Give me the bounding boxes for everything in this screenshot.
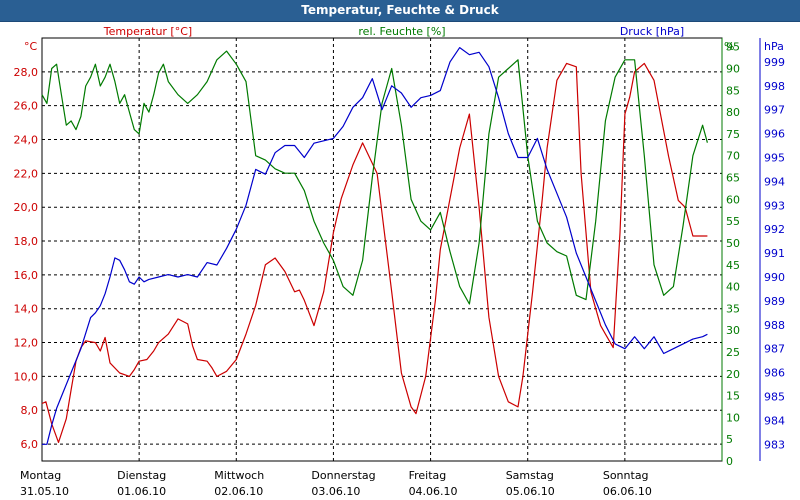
humidity-tick-label: 20 xyxy=(726,368,740,381)
pressure-tick-label: 990 xyxy=(764,271,785,284)
pressure-tick-label: 992 xyxy=(764,223,785,236)
x-day-label: Donnerstag xyxy=(311,469,375,482)
humidity-tick-label: 25 xyxy=(726,346,740,359)
temperature-tick-label: 24,0 xyxy=(14,134,39,147)
humidity-unit-label: % xyxy=(724,40,734,53)
temperature-tick-label: 16,0 xyxy=(14,269,39,282)
x-date-label: 06.06.10 xyxy=(603,485,652,498)
pressure-tick-label: 994 xyxy=(764,175,785,188)
pressure-tick-label: 984 xyxy=(764,414,785,427)
temperature-tick-label: 26,0 xyxy=(14,100,39,113)
pressure-tick-label: 999 xyxy=(764,56,785,69)
humidity-tick-label: 0 xyxy=(726,455,733,468)
x-day-label: Samstag xyxy=(506,469,554,482)
x-date-label: 02.06.10 xyxy=(214,485,263,498)
x-date-label: 03.06.10 xyxy=(311,485,360,498)
x-day-label: Sonntag xyxy=(603,469,649,482)
temperature-tick-label: 14,0 xyxy=(14,303,39,316)
humidity-tick-label: 70 xyxy=(726,150,740,163)
pressure-tick-label: 986 xyxy=(764,367,785,380)
humidity-tick-label: 55 xyxy=(726,215,740,228)
x-day-label: Mittwoch xyxy=(214,469,264,482)
humidity-tick-label: 90 xyxy=(726,63,740,76)
x-date-label: 31.05.10 xyxy=(20,485,69,498)
humidity-tick-label: 45 xyxy=(726,259,740,272)
pressure-tick-label: 987 xyxy=(764,343,785,356)
temperature-tick-label: 28,0 xyxy=(14,66,39,79)
humidity-tick-label: 30 xyxy=(726,324,740,337)
humidity-axis-label: rel. Feuchte [%] xyxy=(358,25,445,38)
chart-window: Temperatur, Feuchte & Druck 6,0 8,0 10,0 12… xyxy=(0,0,800,500)
humidity-tick-label: 50 xyxy=(726,237,740,250)
humidity-tick-label: 40 xyxy=(726,281,740,294)
temperature-tick-label: 12,0 xyxy=(14,337,39,350)
humidity-tick-label: 60 xyxy=(726,193,740,206)
humidity-tick-label: 85 xyxy=(726,84,740,97)
pressure-unit-label: hPa xyxy=(764,40,784,53)
humidity-tick-label: 35 xyxy=(726,302,740,315)
x-date-label: 05.06.10 xyxy=(506,485,555,498)
temperature-axis-label: Temperatur [°C] xyxy=(103,25,192,38)
humidity-tick-label: 15 xyxy=(726,390,740,403)
humidity-tick-label: 75 xyxy=(726,128,740,141)
temperature-tick-label: 6,0 xyxy=(21,438,39,451)
pressure-axis-label: Druck [hPa] xyxy=(620,25,684,38)
x-day-label: Montag xyxy=(20,469,61,482)
humidity-tick-label: 10 xyxy=(726,411,740,424)
x-date-label: 04.06.10 xyxy=(409,485,458,498)
temperature-tick-label: 18,0 xyxy=(14,235,39,248)
x-day-label: Dienstag xyxy=(117,469,166,482)
humidity-tick-label: 65 xyxy=(726,172,740,185)
pressure-tick-label: 998 xyxy=(764,80,785,93)
pressure-tick-label: 988 xyxy=(764,319,785,332)
pressure-tick-label: 991 xyxy=(764,247,785,260)
temperature-tick-label: 8,0 xyxy=(21,404,39,417)
x-day-label: Freitag xyxy=(409,469,447,482)
pressure-tick-label: 989 xyxy=(764,295,785,308)
pressure-tick-label: 997 xyxy=(764,104,785,117)
pressure-tick-label: 985 xyxy=(764,390,785,403)
pressure-tick-label: 995 xyxy=(764,151,785,164)
x-date-label: 01.06.10 xyxy=(117,485,166,498)
temperature-unit-label: °C xyxy=(24,40,38,53)
pressure-tick-label: 993 xyxy=(764,199,785,212)
pressure-tick-label: 996 xyxy=(764,128,785,141)
temperature-tick-label: 22,0 xyxy=(14,167,39,180)
temperature-tick-label: 10,0 xyxy=(14,370,39,383)
chart-canvas: 6,0 8,0 10,0 12,0 14,0 16,0 18,0 20,0 22,0 24,0 26… xyxy=(14,25,786,498)
humidity-tick-label: 80 xyxy=(726,106,740,119)
humidity-tick-label: 5 xyxy=(726,433,733,446)
temperature-tick-label: 20,0 xyxy=(14,201,39,214)
pressure-tick-label: 983 xyxy=(764,438,785,451)
